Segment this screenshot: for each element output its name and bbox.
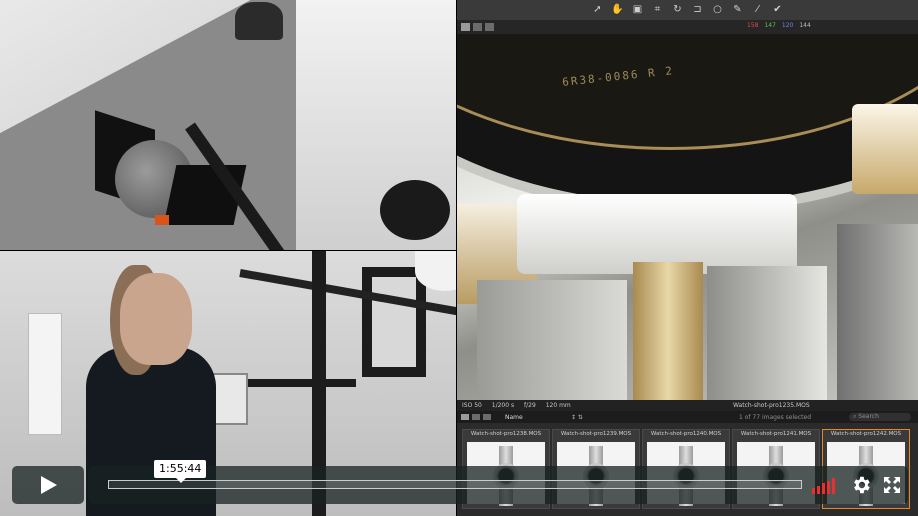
- cursor-icon[interactable]: ➚: [591, 3, 605, 17]
- search-placeholder: Search: [858, 413, 879, 420]
- shutter-value: 1/200 s: [491, 402, 515, 409]
- sort-order-icon[interactable]: ↕ ⇅: [571, 414, 583, 421]
- capture-app-window: ➚ ✋ ▣ ⌗ ↻ ⊐ ○ ✎ ⁄ ✔ 158 147 120 144 6R38…: [457, 0, 918, 516]
- video-player[interactable]: ➚ ✋ ▣ ⌗ ↻ ⊐ ○ ✎ ⁄ ✔ 158 147 120 144 6R38…: [0, 0, 918, 516]
- browser-header: Name ↕ ⇅ 1 of 77 images selected ⌕ Searc…: [457, 411, 918, 423]
- bracelet-link: [852, 104, 918, 194]
- volume-bar: [812, 488, 815, 494]
- thumbnail-name: Watch-shot-pro1242.MOS: [830, 431, 902, 437]
- green-value: 147: [764, 22, 776, 29]
- straighten-icon[interactable]: ⊐: [691, 3, 705, 17]
- current-filename: Watch-shot-pro1235.MOS: [733, 402, 810, 409]
- tripod-base: [380, 180, 450, 240]
- bracelet-link-gold: [633, 262, 703, 400]
- time-tooltip: 1:55:44: [154, 460, 207, 483]
- checkmark-icon[interactable]: ✔: [771, 3, 785, 17]
- image-viewer[interactable]: 6R38-0086 R 2: [457, 34, 918, 400]
- capture-info-bar: ISO 50 1/200 s f/29 120 mm Watch-shot-pr…: [457, 400, 918, 411]
- brush-icon[interactable]: ⁄: [751, 3, 765, 17]
- app-toolbar: ➚ ✋ ▣ ⌗ ↻ ⊐ ○ ✎ ⁄ ✔: [457, 0, 918, 20]
- sort-by-select[interactable]: Name: [505, 414, 523, 421]
- play-button[interactable]: [12, 466, 84, 504]
- grid-view-icon[interactable]: [461, 23, 470, 31]
- control-bar: 1:55:44: [88, 460, 908, 504]
- volume-control[interactable]: [812, 478, 835, 494]
- pan-icon[interactable]: ✋: [611, 3, 625, 17]
- viewer-mode-toggle: [461, 23, 494, 31]
- spot-icon[interactable]: ○: [711, 3, 725, 17]
- rotate-icon[interactable]: ↻: [671, 3, 685, 17]
- picker-icon[interactable]: ✎: [731, 3, 745, 17]
- aperture-value: f/29: [524, 402, 536, 409]
- white-panel: [28, 313, 62, 435]
- studio-lamp: [235, 2, 283, 40]
- exposure-meta: ISO 50 1/200 s f/29 120 mm: [462, 402, 579, 409]
- volume-bar: [832, 478, 835, 494]
- browser-view-toggle: [461, 414, 491, 420]
- progress-bar[interactable]: [108, 480, 802, 489]
- crop-icon[interactable]: ⌗: [651, 3, 665, 17]
- filmstrip-view-icon[interactable]: [483, 414, 491, 420]
- gear-icon[interactable]: [850, 474, 872, 496]
- focal-value: 120 mm: [545, 402, 571, 409]
- feed-divider: [0, 250, 456, 251]
- browser-search-input[interactable]: ⌕ Search: [849, 413, 911, 421]
- bracelet-link: [707, 266, 827, 400]
- list-view-icon[interactable]: [472, 414, 480, 420]
- luma-value: 144: [799, 22, 811, 29]
- loupe-icon[interactable]: ▣: [631, 3, 645, 17]
- fullscreen-icon[interactable]: [882, 475, 902, 495]
- feed-divider: [456, 0, 457, 516]
- single-view-icon[interactable]: [473, 23, 482, 31]
- thumbnail-name: Watch-shot-pro1238.MOS: [470, 431, 542, 437]
- viewer-subbar: 158 147 120 144: [457, 20, 918, 34]
- player-controls: 1:55:44: [12, 460, 908, 504]
- selection-count: 1 of 77 images selected: [739, 414, 812, 421]
- thumb-view-icon[interactable]: [461, 414, 469, 420]
- thumbnail-name: Watch-shot-pro1240.MOS: [650, 431, 722, 437]
- volume-bar: [827, 480, 830, 494]
- play-icon: [41, 476, 57, 494]
- bracelet-link: [837, 224, 918, 400]
- blue-value: 120: [781, 22, 794, 29]
- rgb-readout: 158 147 120 144: [747, 22, 811, 29]
- bracelet-link: [477, 280, 627, 400]
- iso-value: ISO 50: [462, 402, 482, 409]
- volume-bar: [817, 485, 820, 494]
- door-frame: [362, 267, 426, 377]
- thumbnail-name: Watch-shot-pro1241.MOS: [740, 431, 812, 437]
- thumbnail-name: Watch-shot-pro1239.MOS: [560, 431, 632, 437]
- overhead-camera-feed: [0, 0, 456, 250]
- red-value: 158: [747, 22, 759, 29]
- presenter-head: [120, 273, 192, 365]
- compare-view-icon[interactable]: [485, 23, 494, 31]
- volume-bar: [822, 483, 825, 494]
- orange-clamp: [155, 215, 169, 225]
